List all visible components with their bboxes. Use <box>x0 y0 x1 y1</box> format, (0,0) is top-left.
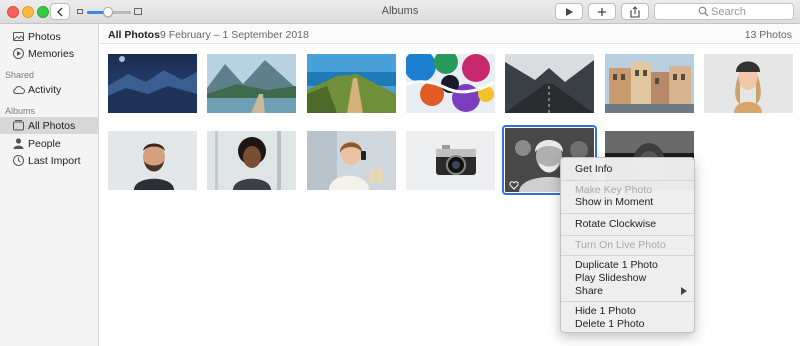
menu-item-label: Share <box>575 285 604 297</box>
photo-thumbnail-4[interactable] <box>406 54 495 113</box>
bearded-man-portrait-photo <box>108 131 197 190</box>
menu-item-get-info[interactable]: Get Info <box>561 163 694 176</box>
page-title: All Photos <box>108 29 160 41</box>
photo-thumbnail-8[interactable] <box>108 131 197 190</box>
sidebar-item-label: Photos <box>28 31 61 43</box>
photo-count: 13 Photos <box>744 29 792 41</box>
sidebar-section-albums: Albums <box>5 106 36 116</box>
menu-item-play-slideshow[interactable]: Play Slideshow <box>561 272 694 285</box>
menu-item-show-in-moment[interactable]: Show in Moment <box>561 196 694 209</box>
cloud-icon <box>13 86 25 94</box>
menu-item-delete[interactable]: Delete 1 Photo <box>561 318 694 331</box>
share-icon <box>630 5 640 18</box>
sidebar-section-shared: Shared <box>5 70 35 80</box>
european-old-town-photo <box>605 54 694 113</box>
menu-item-turn-on-live-photo: Turn On Live Photo <box>575 239 666 251</box>
menu-item-rotate-clockwise[interactable]: Rotate Clockwise <box>561 218 694 231</box>
toolbar: Albums <box>0 0 800 24</box>
small-thumbnail-icon <box>77 9 83 14</box>
photos-stack-icon <box>13 120 24 131</box>
search-input[interactable] <box>711 5 789 18</box>
clock-icon <box>13 155 24 166</box>
play-icon <box>566 7 573 16</box>
menu-separator <box>561 180 694 181</box>
add-button[interactable] <box>588 3 616 20</box>
photo-thumbnail-5[interactable] <box>505 54 594 113</box>
menu-item-hide[interactable]: Hide 1 Photo <box>561 305 694 318</box>
menu-item-duplicate[interactable]: Duplicate 1 Photo <box>561 259 694 272</box>
minimize-window-button[interactable] <box>22 6 34 18</box>
photo-thumbnail-7[interactable] <box>704 54 793 113</box>
sidebar-item-last-import[interactable]: Last Import <box>0 152 99 169</box>
sidebar-item-memories[interactable]: Memories <box>0 45 99 62</box>
chevron-left-icon <box>56 6 63 17</box>
maximize-window-button[interactable] <box>37 6 49 18</box>
menu-separator <box>561 213 694 214</box>
search-field[interactable] <box>654 3 794 20</box>
sidebar: Photos Memories Shared Activity Albums A… <box>0 24 99 346</box>
share-button[interactable] <box>621 3 649 20</box>
road-into-mountains-photo <box>505 54 594 113</box>
zoom-slider[interactable] <box>77 6 143 18</box>
person-icon <box>13 138 24 149</box>
photo-thumbnail-2[interactable] <box>207 54 296 113</box>
menu-separator <box>561 255 694 256</box>
photo-thumbnail-1[interactable] <box>108 54 197 113</box>
menu-separator <box>561 235 694 236</box>
photos-window: Albums Photos Memories Shared Activity <box>0 0 800 346</box>
sidebar-item-activity[interactable]: Activity <box>0 81 99 98</box>
plus-icon <box>598 7 606 16</box>
photo-thumbnail-11[interactable] <box>406 131 495 190</box>
date-range: 9 February – 1 September 2018 <box>160 29 309 41</box>
woman-in-beanie-photo <box>704 54 793 113</box>
sidebar-item-photos[interactable]: Photos <box>0 28 99 45</box>
mountains-night-sky-photo <box>108 54 197 113</box>
mountain-lake-road-photo <box>207 54 296 113</box>
cliff-path-sea-photo <box>307 54 396 113</box>
menu-separator <box>561 301 694 302</box>
sidebar-item-label: All Photos <box>28 120 76 132</box>
photo-thumbnail-3[interactable] <box>307 54 396 113</box>
sidebar-item-all-photos[interactable]: All Photos <box>0 117 99 134</box>
photos-library-icon <box>13 32 24 41</box>
back-button[interactable] <box>50 3 70 20</box>
photo-thumbnail-10[interactable] <box>307 131 396 190</box>
sidebar-item-label: Memories <box>28 48 75 60</box>
heart-icon[interactable] <box>509 181 519 190</box>
sidebar-item-people[interactable]: People <box>0 135 99 152</box>
colorful-abstract-paint-photo <box>406 54 495 113</box>
woman-smiling-phone-photo <box>307 131 396 190</box>
content-header: All Photos 9 February – 1 September 2018… <box>100 24 800 44</box>
play-slideshow-button[interactable] <box>555 3 583 20</box>
submenu-arrow-icon <box>681 287 687 295</box>
close-window-button[interactable] <box>7 6 19 18</box>
memories-icon <box>13 48 24 59</box>
context-menu: Get Info Make Key Photo Show in Moment R… <box>560 157 695 333</box>
large-thumbnail-icon <box>134 8 142 15</box>
photo-thumbnail-6[interactable] <box>605 54 694 113</box>
photo-thumbnail-9[interactable] <box>207 131 296 190</box>
sidebar-item-label: Last Import <box>28 155 81 167</box>
zoom-slider-thumb[interactable] <box>103 7 113 17</box>
menu-item-share[interactable]: Share <box>561 285 694 298</box>
sidebar-item-label: People <box>28 138 61 150</box>
vintage-camera-photo <box>406 131 495 190</box>
search-icon <box>698 6 709 17</box>
woman-curly-hair-portrait-photo <box>207 131 296 190</box>
sidebar-item-label: Activity <box>28 84 62 96</box>
